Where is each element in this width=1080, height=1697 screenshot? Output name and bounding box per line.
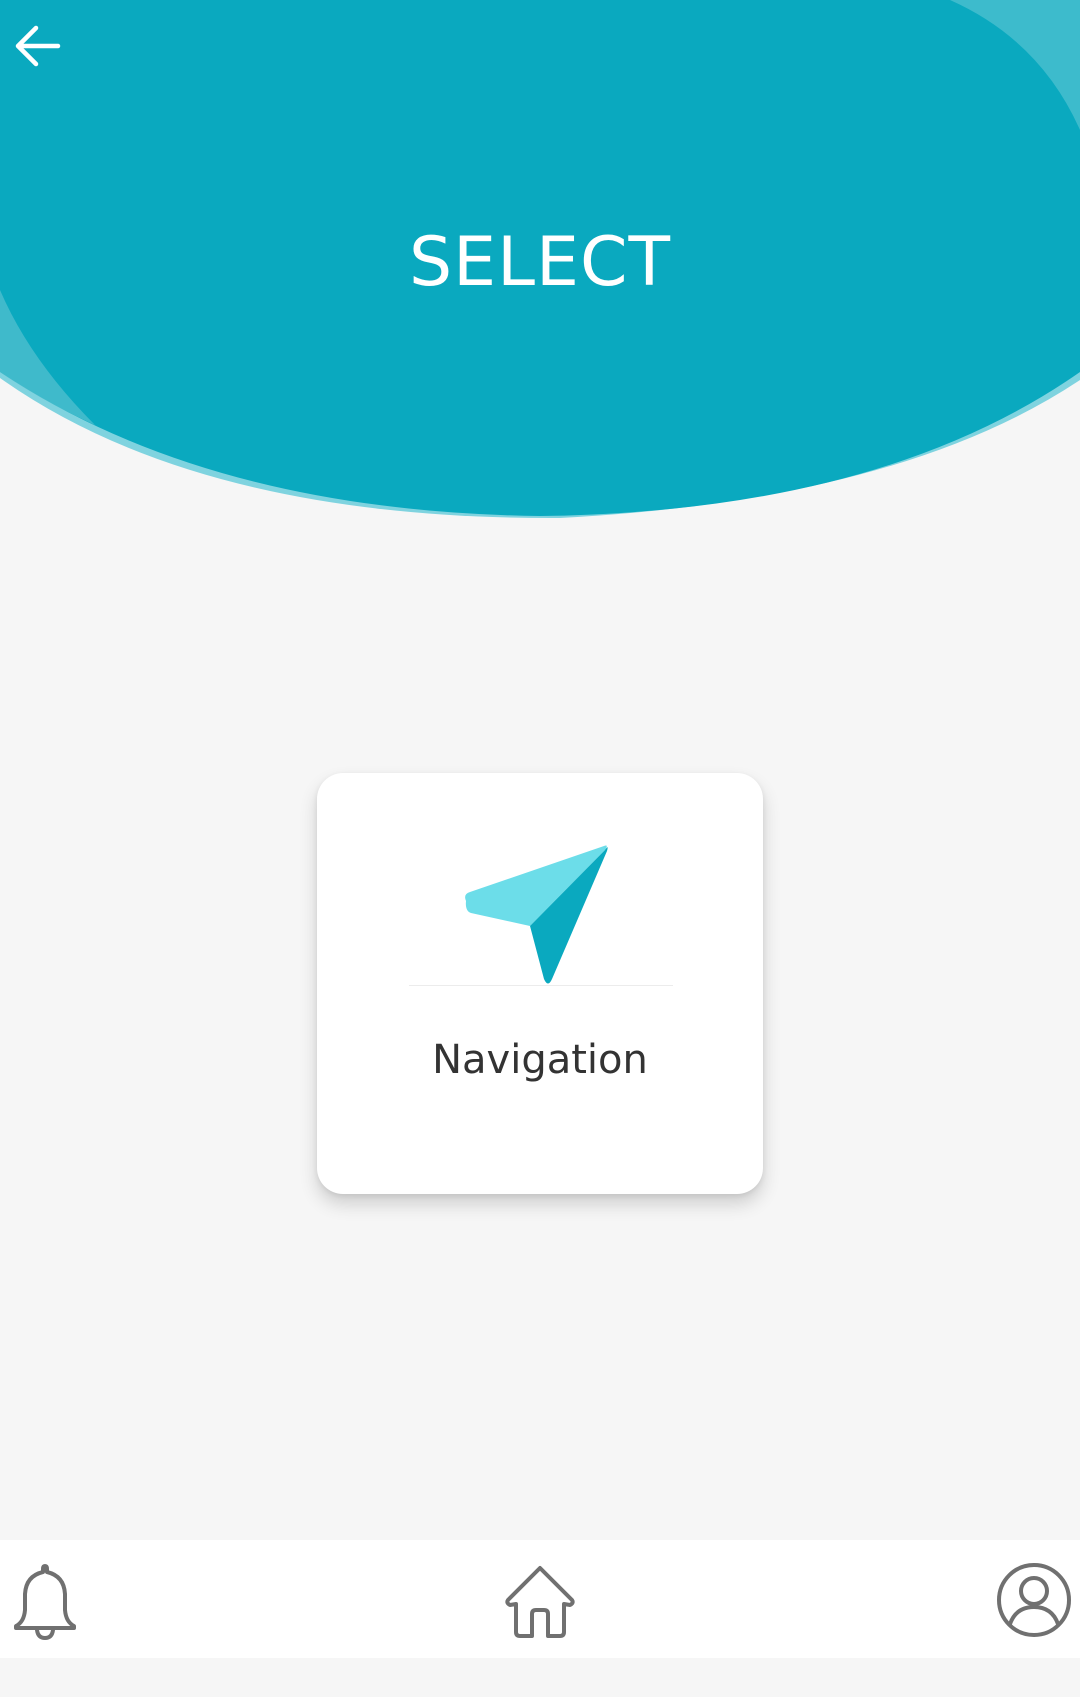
arrow-left-icon <box>15 25 61 67</box>
card-divider <box>409 985 673 986</box>
page-title: SELECT <box>409 223 671 302</box>
navigation-card[interactable]: Navigation <box>317 773 763 1194</box>
profile-button[interactable] <box>994 1560 1074 1640</box>
notifications-button[interactable] <box>5 1560 85 1640</box>
user-profile-icon <box>997 1563 1071 1637</box>
bell-icon <box>14 1564 76 1640</box>
home-button[interactable] <box>500 1560 580 1640</box>
bottom-navigation-bar <box>0 1540 1080 1658</box>
card-label: Navigation <box>432 1037 648 1083</box>
home-icon <box>505 1566 575 1638</box>
navigation-arrow-icon <box>465 845 608 984</box>
back-button[interactable] <box>8 16 68 76</box>
